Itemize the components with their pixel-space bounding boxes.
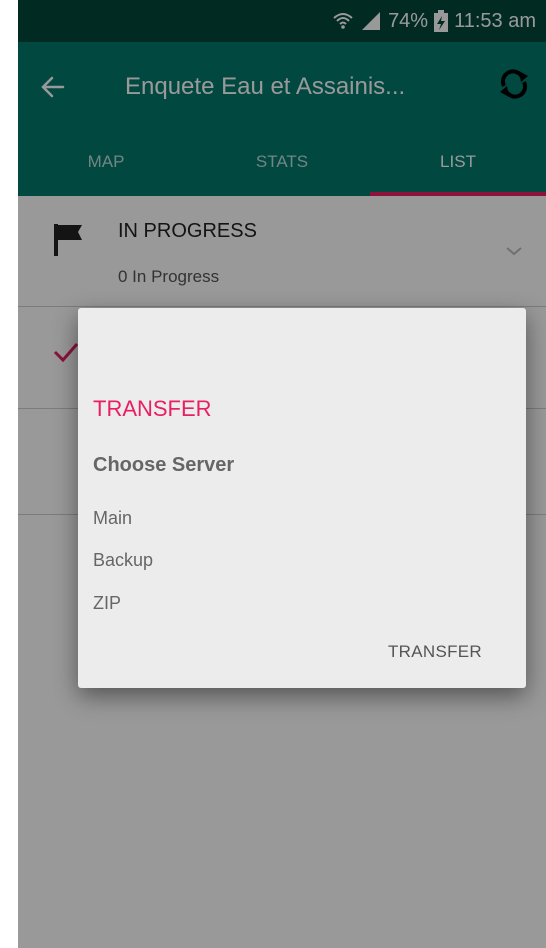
server-option-zip[interactable]: ZIP — [93, 593, 121, 614]
server-option-backup[interactable]: Backup — [93, 550, 153, 571]
dialog-title: TRANSFER — [93, 396, 212, 421]
transfer-dialog: TRANSFER Choose Server Main Backup ZIP T… — [78, 308, 526, 688]
dialog-subtitle: Choose Server — [93, 454, 235, 476]
transfer-button[interactable]: TRANSFER — [388, 642, 482, 662]
server-option-main[interactable]: Main — [93, 508, 132, 529]
app-screen: 74% 11:53 am Enquete Eau et Assainis... … — [18, 0, 546, 948]
